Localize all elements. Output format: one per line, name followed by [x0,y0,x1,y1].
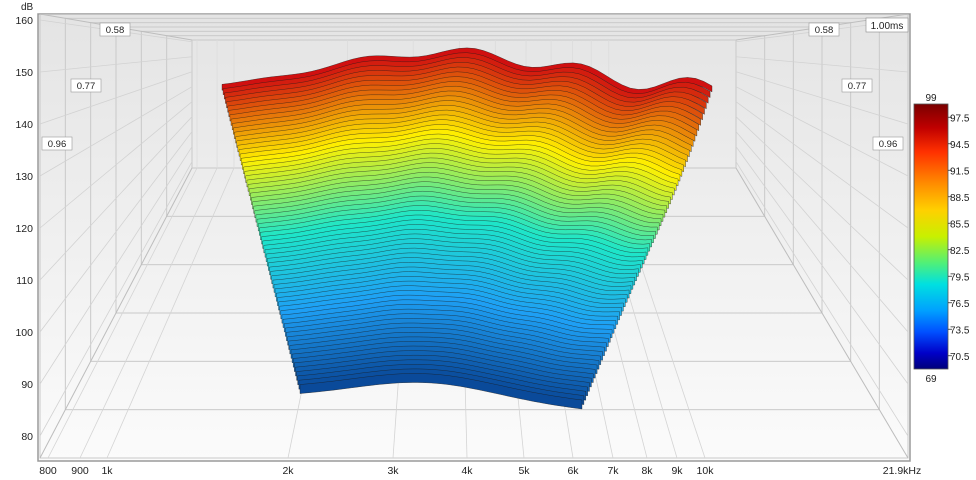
y-tick-label: 140 [15,119,33,131]
y-tick-label: 120 [15,223,33,235]
y-tick-label: 150 [15,67,33,79]
colorbar-ticks: 97.5 94.5 91.5 88.5 85.5 82.5 79.5 76.5 73.5 70.5 [948,113,970,363]
x-tick-label: 800 [39,465,57,477]
colorbar-tick-label: 76.5 [950,299,970,310]
colorbar-tick-label: 82.5 [950,246,970,257]
colorbar-tick-label: 94.5 [950,140,970,151]
colorbar-min: 69 [925,374,937,385]
x-tick-label: 1k [101,465,113,477]
x-tick-label: 8k [641,465,653,477]
x-tick-label: 6k [567,465,579,477]
colorbar-tick-label: 97.5 [950,113,970,124]
x-tick-label: 5k [518,465,530,477]
colorbar-gradient [913,103,949,370]
colorbar: 99 69 97.5 94.5 91.5 88.5 85.5 82.5 79.5 76.5 73… [913,93,970,385]
colorbar-tick-label: 88.5 [950,193,970,204]
colorbar-tick-label: 79.5 [950,272,970,283]
colorbar-tick-label: 91.5 [950,166,970,177]
y-axis-unit-label: dB [21,2,34,13]
depth-label: 0.58 [106,25,125,36]
x-tick-label: 7k [607,465,619,477]
y-tick-label: 130 [15,171,33,183]
colorbar-max: 99 [925,93,937,104]
depth-label: 0.77 [848,81,867,92]
x-tick-label: 10k [697,465,715,477]
time-label: 1.00ms [871,21,904,32]
y-tick-label: 160 [15,15,33,27]
depth-label: 0.96 [879,139,898,150]
depth-label: 0.77 [77,81,96,92]
y-tick-label: 110 [16,275,33,287]
x-axis-end-label: 21.9kHz [883,465,922,477]
colorbar-tick-label: 85.5 [950,219,970,230]
waterfall-chart: dB 160 150 140 130 120 110 100 90 80 800 900 1k 2k 3… [15,2,970,477]
x-tick-label: 4k [461,465,473,477]
y-tick-label: 100 [15,327,33,339]
depth-label: 0.58 [815,25,834,36]
x-axis-ticks: 800 900 1k 2k 3k 4k 5k 6k 7k 8k 9k 10k [39,465,714,477]
x-tick-label: 3k [387,465,399,477]
depth-label: 0.96 [48,139,67,150]
x-tick-label: 2k [282,465,294,477]
x-tick-label: 900 [71,465,89,477]
colorbar-tick-label: 73.5 [950,325,970,336]
y-tick-label: 80 [21,431,33,443]
y-axis-ticks: 160 150 140 130 120 110 100 90 80 [15,15,33,443]
colorbar-tick-label: 70.5 [950,352,970,363]
x-tick-label: 9k [671,465,683,477]
y-tick-label: 90 [21,379,33,391]
